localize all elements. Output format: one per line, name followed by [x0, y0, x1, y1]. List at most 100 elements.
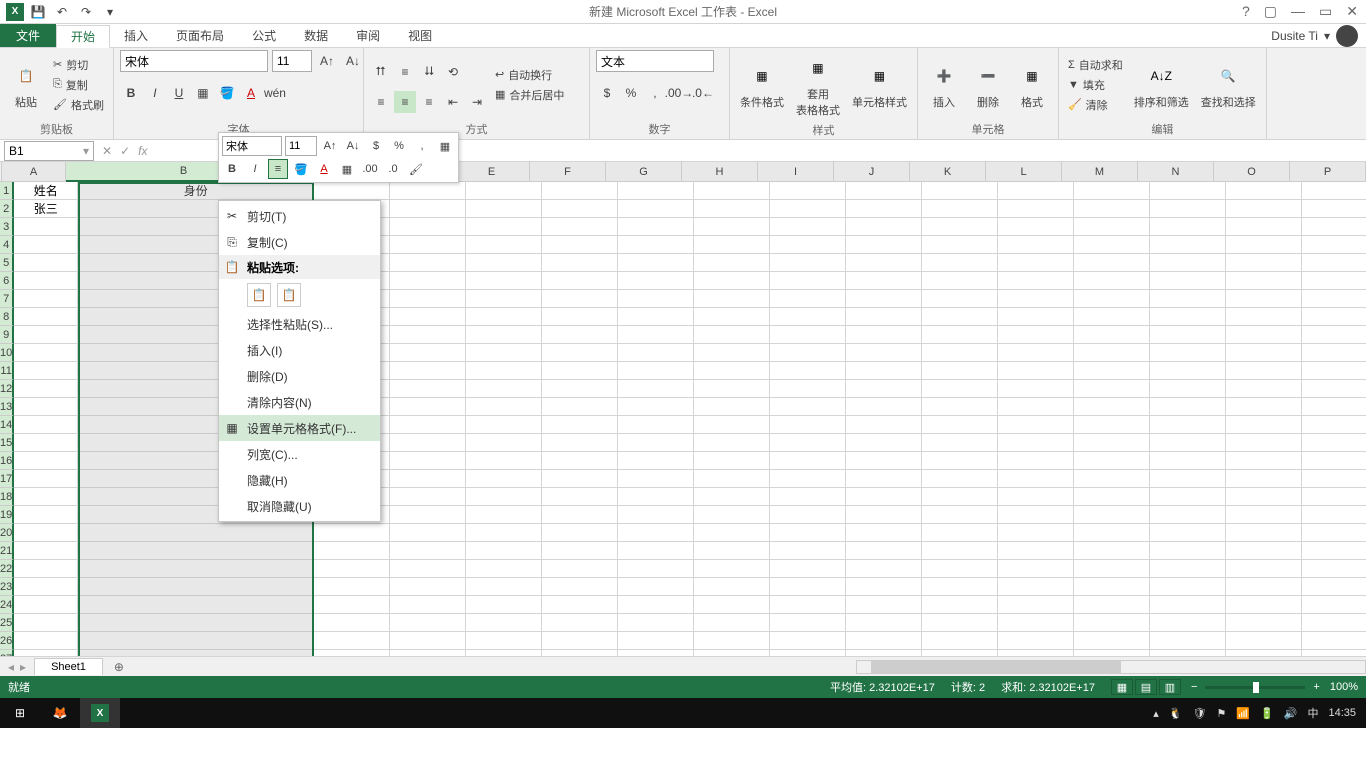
cell-A20[interactable] [14, 524, 78, 542]
cell-I4[interactable] [770, 236, 846, 254]
row-header-10[interactable]: 10 [0, 344, 14, 362]
cell-P11[interactable] [1302, 362, 1366, 380]
cell-A25[interactable] [14, 614, 78, 632]
mini-italic-button[interactable]: I [245, 159, 265, 179]
cell-N22[interactable] [1150, 560, 1226, 578]
row-header-11[interactable]: 11 [0, 362, 14, 380]
row-header-13[interactable]: 13 [0, 398, 14, 416]
mini-fill-color-button[interactable]: 🪣 [291, 159, 311, 179]
help-icon[interactable]: ? [1242, 3, 1250, 20]
cell-F12[interactable] [542, 380, 618, 398]
cell-G2[interactable] [618, 200, 694, 218]
cell-O22[interactable] [1226, 560, 1302, 578]
cell-A22[interactable] [14, 560, 78, 578]
cell-O10[interactable] [1226, 344, 1302, 362]
cell-L22[interactable] [998, 560, 1074, 578]
row-header-22[interactable]: 22 [0, 560, 14, 578]
cell-G25[interactable] [618, 614, 694, 632]
cell-D27[interactable] [390, 650, 466, 656]
cell-E8[interactable] [466, 308, 542, 326]
tray-up-icon[interactable]: ▴ [1153, 707, 1159, 720]
cell-J14[interactable] [846, 416, 922, 434]
cell-A9[interactable] [14, 326, 78, 344]
col-header-L[interactable]: L [986, 162, 1062, 182]
cell-L23[interactable] [998, 578, 1074, 596]
tab-home[interactable]: 开始 [56, 25, 110, 48]
row-header-8[interactable]: 8 [0, 308, 14, 326]
cell-N8[interactable] [1150, 308, 1226, 326]
cell-G16[interactable] [618, 452, 694, 470]
cell-O6[interactable] [1226, 272, 1302, 290]
conditional-format-button[interactable]: ▦条件格式 [736, 58, 788, 112]
cell-F5[interactable] [542, 254, 618, 272]
cell-F3[interactable] [542, 218, 618, 236]
row-header-18[interactable]: 18 [0, 488, 14, 506]
cell-M1[interactable] [1074, 182, 1150, 200]
tab-view[interactable]: 视图 [394, 24, 446, 47]
cell-M6[interactable] [1074, 272, 1150, 290]
cell-K17[interactable] [922, 470, 998, 488]
mini-align-center-button[interactable]: ≡ [268, 159, 288, 179]
fill-color-button[interactable]: 🪣 [216, 82, 238, 104]
col-header-E[interactable]: E [454, 162, 530, 182]
cell-H4[interactable] [694, 236, 770, 254]
cell-K15[interactable] [922, 434, 998, 452]
cell-L21[interactable] [998, 542, 1074, 560]
cell-M22[interactable] [1074, 560, 1150, 578]
cell-D24[interactable] [390, 596, 466, 614]
ribbon-options-icon[interactable]: ▢ [1264, 3, 1277, 20]
cell-H21[interactable] [694, 542, 770, 560]
cell-E27[interactable] [466, 650, 542, 656]
align-top-icon[interactable]: ⮅ [370, 61, 392, 83]
cancel-icon[interactable]: ✕ [102, 144, 112, 158]
cell-E5[interactable] [466, 254, 542, 272]
cell-K14[interactable] [922, 416, 998, 434]
cell-I6[interactable] [770, 272, 846, 290]
cell-E9[interactable] [466, 326, 542, 344]
row-header-7[interactable]: 7 [0, 290, 14, 308]
mini-comma-icon[interactable]: , [412, 136, 432, 156]
col-header-M[interactable]: M [1062, 162, 1138, 182]
cell-L18[interactable] [998, 488, 1074, 506]
merge-center-button[interactable]: ▦合并后居中 [492, 86, 567, 104]
cell-F16[interactable] [542, 452, 618, 470]
cell-D23[interactable] [390, 578, 466, 596]
mini-increase-font-icon[interactable]: A↑ [320, 136, 340, 156]
ctx-hide[interactable]: 隐藏(H) [219, 467, 380, 493]
cell-E23[interactable] [466, 578, 542, 596]
cell-E6[interactable] [466, 272, 542, 290]
cell-P20[interactable] [1302, 524, 1366, 542]
cell-D6[interactable] [390, 272, 466, 290]
cell-M9[interactable] [1074, 326, 1150, 344]
cell-K1[interactable] [922, 182, 998, 200]
cell-B25[interactable] [78, 614, 314, 632]
cell-O12[interactable] [1226, 380, 1302, 398]
cell-K18[interactable] [922, 488, 998, 506]
cell-H7[interactable] [694, 290, 770, 308]
cell-F4[interactable] [542, 236, 618, 254]
tray-battery-icon[interactable]: 🔋 [1260, 707, 1274, 720]
cell-B24[interactable] [78, 596, 314, 614]
cell-C22[interactable] [314, 560, 390, 578]
zoom-out-icon[interactable]: − [1191, 681, 1197, 693]
cell-D2[interactable] [390, 200, 466, 218]
cell-O14[interactable] [1226, 416, 1302, 434]
cell-G19[interactable] [618, 506, 694, 524]
accept-icon[interactable]: ✓ [120, 144, 130, 158]
cell-P4[interactable] [1302, 236, 1366, 254]
table-format-button[interactable]: ▦套用 表格格式 [792, 50, 844, 120]
increase-decimal-icon[interactable]: .00→ [668, 82, 690, 104]
cell-J8[interactable] [846, 308, 922, 326]
cell-I19[interactable] [770, 506, 846, 524]
sort-filter-button[interactable]: A↓Z排序和筛选 [1130, 58, 1193, 112]
tray-flag-icon[interactable]: ⚑ [1216, 707, 1226, 720]
cell-P15[interactable] [1302, 434, 1366, 452]
cell-P1[interactable] [1302, 182, 1366, 200]
cell-M8[interactable] [1074, 308, 1150, 326]
cell-P26[interactable] [1302, 632, 1366, 650]
cell-A14[interactable] [14, 416, 78, 434]
comma-icon[interactable]: , [644, 82, 666, 104]
cell-K19[interactable] [922, 506, 998, 524]
cell-D12[interactable] [390, 380, 466, 398]
cell-C1[interactable] [314, 182, 390, 200]
